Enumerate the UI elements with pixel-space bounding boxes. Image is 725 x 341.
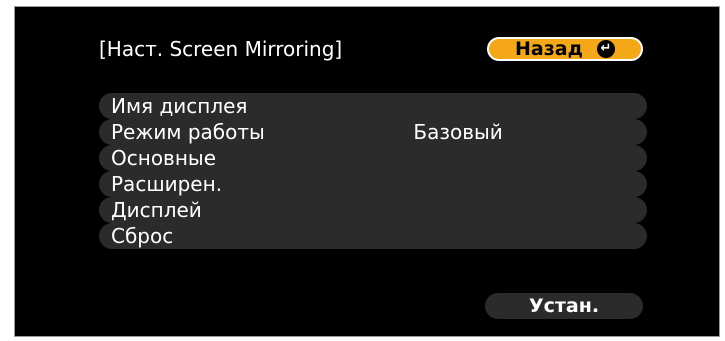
menu-item-label: Основные <box>111 146 217 170</box>
page-title: [Наст. Screen Mirroring] <box>99 37 343 61</box>
settings-menu: Имя дисплея Режим работы Базовый Основны… <box>99 93 647 249</box>
menu-item-label: Имя дисплея <box>111 94 248 118</box>
set-button[interactable]: Устан. <box>485 293 643 319</box>
back-button[interactable]: Назад ↵ <box>487 37 643 61</box>
back-button-label: Назад <box>515 38 583 60</box>
menu-item-display[interactable]: Дисплей <box>99 197 647 223</box>
menu-item-display-name[interactable]: Имя дисплея <box>99 93 647 119</box>
menu-item-basic[interactable]: Основные <box>99 145 647 171</box>
menu-item-operation-mode[interactable]: Режим работы Базовый <box>99 119 647 145</box>
menu-item-extended[interactable]: Расширен. <box>99 171 647 197</box>
menu-item-value: Базовый <box>413 120 503 144</box>
menu-item-label: Дисплей <box>111 198 202 222</box>
screen-mirroring-settings-panel: [Наст. Screen Mirroring] Назад ↵ Имя дис… <box>14 6 720 337</box>
menu-item-reset[interactable]: Сброс <box>99 223 647 249</box>
menu-item-label: Сброс <box>111 224 174 248</box>
menu-item-label: Расширен. <box>111 172 223 196</box>
menu-item-label: Режим работы <box>111 120 265 144</box>
enter-icon: ↵ <box>596 40 615 58</box>
